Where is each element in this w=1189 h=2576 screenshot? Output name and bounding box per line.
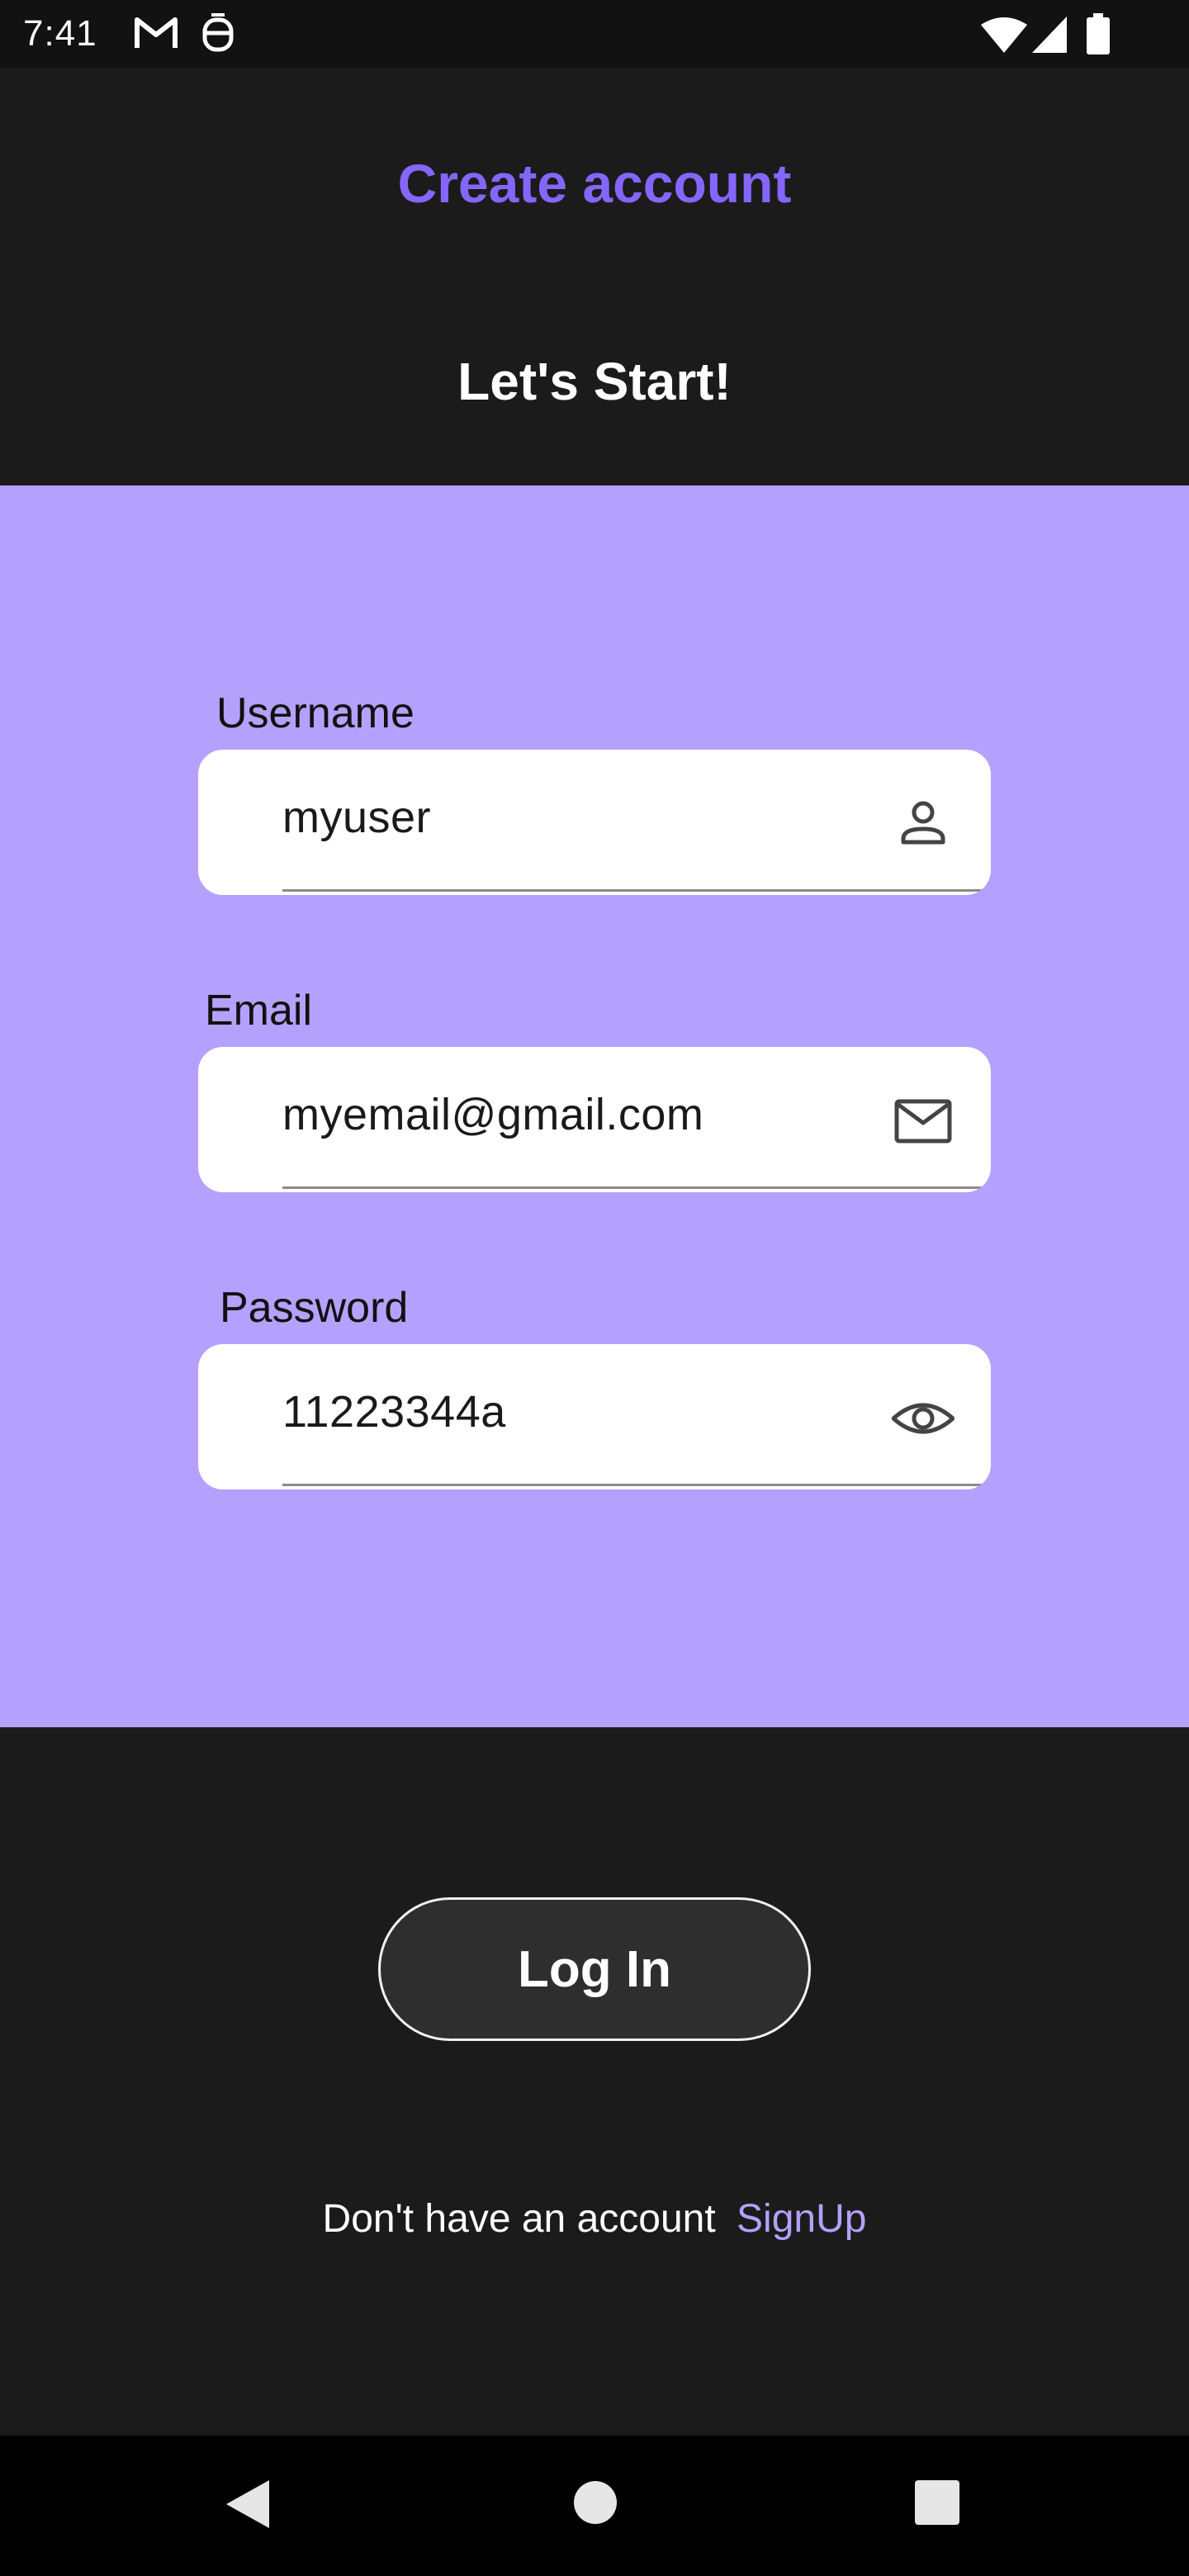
username-field-container	[198, 750, 991, 895]
password-label: Password	[220, 1284, 409, 1332]
back-icon[interactable]	[223, 2477, 272, 2531]
username-label: Username	[216, 689, 414, 737]
battery-icon	[1087, 13, 1110, 54]
login-button[interactable]: Log In	[378, 1897, 811, 2041]
email-field-container	[198, 1047, 991, 1192]
username-input[interactable]	[282, 784, 844, 850]
username-underline	[282, 889, 991, 892]
cellular-signal-icon	[1032, 17, 1067, 53]
page-title: Create account	[397, 153, 792, 214]
email-underline	[282, 1186, 991, 1189]
signup-link[interactable]: SignUp	[737, 2197, 866, 2241]
eye-icon[interactable]	[892, 1387, 955, 1450]
recents-icon[interactable]	[915, 2480, 959, 2525]
notification-app-icon	[202, 13, 234, 52]
status-bar: 7:41	[0, 0, 1189, 68]
header: Create account Let's Start!	[0, 68, 1189, 485]
gmail-icon	[135, 17, 178, 48]
signup-prompt-text: Don't have an account	[322, 2197, 716, 2241]
email-label: Email	[205, 987, 313, 1035]
signup-row: Don't have an account SignUp	[0, 2193, 1189, 2246]
page-subtitle: Let's Start!	[457, 352, 732, 411]
form-panel: Username Email Password	[0, 485, 1189, 1727]
status-time: 7:41	[23, 13, 97, 54]
password-field-container	[198, 1344, 991, 1489]
wifi-icon	[981, 17, 1027, 53]
password-underline	[282, 1484, 991, 1486]
home-icon[interactable]	[573, 2480, 618, 2525]
person-icon	[901, 801, 945, 845]
navigation-bar	[0, 2436, 1189, 2576]
mail-icon	[894, 1099, 952, 1144]
email-input[interactable]	[282, 1082, 844, 1148]
password-input[interactable]	[282, 1379, 844, 1445]
